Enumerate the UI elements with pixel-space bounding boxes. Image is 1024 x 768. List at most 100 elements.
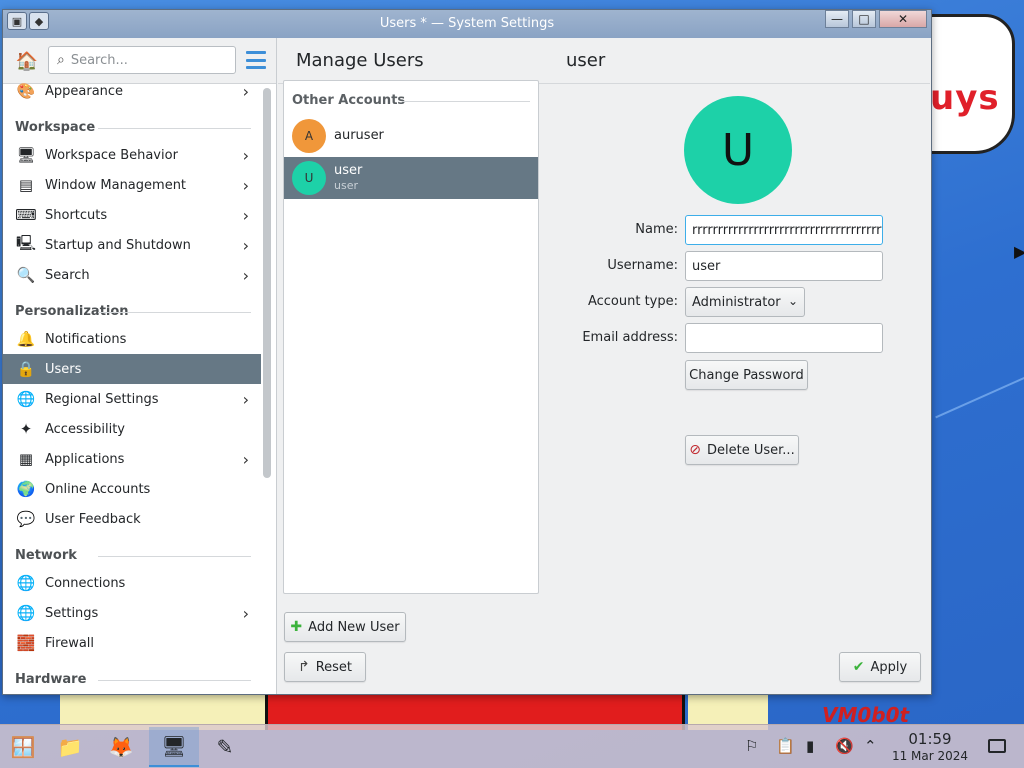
workspace-behavior-icon: 🖥 xyxy=(16,146,36,164)
battery-tray-icon[interactable]: ▮ xyxy=(806,737,814,755)
account-row[interactable]: Aauruser xyxy=(284,115,538,157)
sidebar-item-accessibility[interactable]: ✦ Accessibility xyxy=(3,414,261,444)
volume-muted-icon[interactable]: 🔇 xyxy=(835,737,854,755)
search-input[interactable] xyxy=(70,52,211,68)
start-menu-icon[interactable]: 🪟 xyxy=(0,727,46,767)
account-row[interactable]: Uuser user xyxy=(284,157,538,199)
sidebar-item-applications[interactable]: ▦ Applications › xyxy=(3,444,261,474)
account-type-label: Account type: xyxy=(587,294,678,309)
system-settings-task-icon[interactable]: 🖥 xyxy=(149,727,199,767)
account-type-dropdown[interactable]: Administrator ⌄ xyxy=(685,287,805,317)
sidebar-item-label: Firewall xyxy=(45,635,95,651)
account-name: user xyxy=(334,163,363,178)
sidebar-item-workspace-behavior[interactable]: 🖥 Workspace Behavior › xyxy=(3,140,261,170)
sidebar-section-heading: Network xyxy=(3,534,261,568)
taskbar: 🪟 📁 🦊 🖥 ✎ ⚐ 📋 ▮ 🔇 ⌃ 01:59 11 Mar 2024 xyxy=(0,724,1024,768)
account-avatar: U xyxy=(292,161,326,195)
search-box[interactable]: ⌕ xyxy=(48,46,236,74)
search-icon: ⌕ xyxy=(57,52,65,68)
accounts-list-panel: Other Accounts Aauruser Uuser user xyxy=(283,80,539,594)
sidebar-item-label: Connections xyxy=(45,575,126,591)
close-button[interactable]: ✕ xyxy=(879,10,927,28)
file-manager-icon[interactable]: 📁 xyxy=(47,727,93,767)
hamburger-menu-icon[interactable] xyxy=(246,51,266,69)
users-icon: 🔒 xyxy=(16,360,36,378)
window-titlebar[interactable]: ▣ ◆ Users * — System Settings — □ ✕ xyxy=(3,10,931,38)
minimize-button[interactable]: — xyxy=(825,10,849,28)
text-editor-icon[interactable]: ✎ xyxy=(202,727,248,767)
sidebar-item-shortcuts[interactable]: ⌨ Shortcuts › xyxy=(3,200,261,230)
chevron-right-icon: › xyxy=(242,604,249,623)
chevron-right-icon: › xyxy=(242,146,249,165)
sidebar-item-appearance[interactable]: 🎨 Appearance › xyxy=(3,76,261,106)
network-tray-icon[interactable]: ⚐ xyxy=(745,737,758,755)
wallpaper-text: uys xyxy=(930,78,1000,118)
regional-settings-icon: 🌐 xyxy=(16,390,36,408)
delete-user-button[interactable]: ⊘ Delete User... xyxy=(685,435,799,465)
firefox-icon[interactable]: 🦊 xyxy=(98,727,144,767)
sidebar-item-label: Settings xyxy=(45,605,99,621)
home-icon[interactable]: 🏠 xyxy=(13,49,41,73)
sidebar-scrollbar[interactable] xyxy=(263,88,271,478)
username-label: Username: xyxy=(607,258,678,273)
sidebar-item-label: Appearance xyxy=(45,83,124,99)
chevron-right-icon: › xyxy=(242,206,249,225)
checkmark-icon: ✔ xyxy=(852,659,865,675)
sidebar: 🏠 ⌕ 🎨 Appearance › Workspace 🖥 Workspace Beha… xyxy=(3,38,277,694)
delete-user-label: Delete User... xyxy=(707,442,795,458)
sidebar-item-connections[interactable]: 🌐 Connections xyxy=(3,568,261,598)
account-username: user xyxy=(334,179,358,192)
sidebar-item-online-accounts[interactable]: 🌍 Online Accounts xyxy=(3,474,261,504)
applications-icon: ▦ xyxy=(18,450,34,468)
sidebar-item-label: User Feedback xyxy=(45,511,141,527)
clipboard-tray-icon[interactable]: 📋 xyxy=(776,737,795,755)
sidebar-item-startup-and-shutdown[interactable]: 🖳 Startup and Shutdown › xyxy=(3,230,261,260)
window-title: Users * — System Settings xyxy=(379,16,555,31)
apply-button[interactable]: ✔ Apply xyxy=(839,652,921,682)
reset-label: Reset xyxy=(315,659,353,675)
accessibility-icon: ✦ xyxy=(19,420,33,438)
connections-icon: 🌐 xyxy=(16,574,36,592)
chevron-right-icon: › xyxy=(242,390,249,409)
sidebar-item-label: Shortcuts xyxy=(45,207,108,223)
wallpaper-line xyxy=(935,363,1024,419)
user-avatar[interactable]: U xyxy=(684,96,792,204)
sidebar-section-heading: Personalization xyxy=(3,290,261,324)
sidebar-item-label: Applications xyxy=(45,451,125,467)
sidebar-item-notifications[interactable]: 🔔 Notifications xyxy=(3,324,261,354)
email-label: Email address: xyxy=(582,330,678,345)
reset-button[interactable]: ↱ Reset xyxy=(284,652,366,682)
window-management-icon: ▤ xyxy=(18,176,34,194)
account-name: auruser xyxy=(334,128,384,143)
chevron-up-icon[interactable]: ⌃ xyxy=(864,737,877,755)
user-feedback-icon: 💬 xyxy=(16,510,36,528)
change-password-button[interactable]: Change Password xyxy=(685,360,808,390)
online-accounts-icon: 🌍 xyxy=(16,480,36,498)
add-new-user-button[interactable]: ✚ Add New User xyxy=(284,612,406,642)
section-divider xyxy=(402,101,530,102)
sidebar-item-window-management[interactable]: ▤ Window Management › xyxy=(3,170,261,200)
avatar-initial: U xyxy=(721,124,755,176)
sidebar-item-label: Users xyxy=(45,361,82,377)
maximize-button[interactable]: □ xyxy=(852,10,876,28)
sidebar-item-users[interactable]: 🔒 Users xyxy=(3,354,261,384)
shortcuts-icon: ⌨ xyxy=(15,206,37,224)
sidebar-section-heading: Hardware xyxy=(3,658,261,686)
sidebar-item-label: Workspace Behavior xyxy=(45,147,178,163)
email-field[interactable] xyxy=(685,323,883,353)
startup-shutdown-icon: 🖳 xyxy=(15,233,36,252)
sidebar-item-search[interactable]: 🔍 Search › xyxy=(3,260,261,290)
sidebar-item-settings[interactable]: 🌐 Settings › xyxy=(3,598,261,628)
sidebar-item-user-feedback[interactable]: 💬 User Feedback xyxy=(3,504,261,534)
sidebar-item-regional-settings[interactable]: 🌐 Regional Settings › xyxy=(3,384,261,414)
chevron-right-icon: › xyxy=(242,236,249,255)
chevron-right-icon: › xyxy=(242,450,249,469)
show-desktop-icon[interactable] xyxy=(988,739,1006,753)
clock[interactable]: 01:59 11 Mar 2024 xyxy=(880,730,980,764)
add-new-user-label: Add New User xyxy=(308,619,400,635)
name-field[interactable]: rrrrrrrrrrrrrrrrrrrrrrrrrrrrrrrrrrrrrrrr… xyxy=(685,215,883,245)
delete-icon: ⊘ xyxy=(689,442,702,458)
username-field[interactable]: user xyxy=(685,251,883,281)
account-type-value: Administrator xyxy=(692,294,781,310)
sidebar-item-firewall[interactable]: 🧱 Firewall xyxy=(3,628,261,658)
